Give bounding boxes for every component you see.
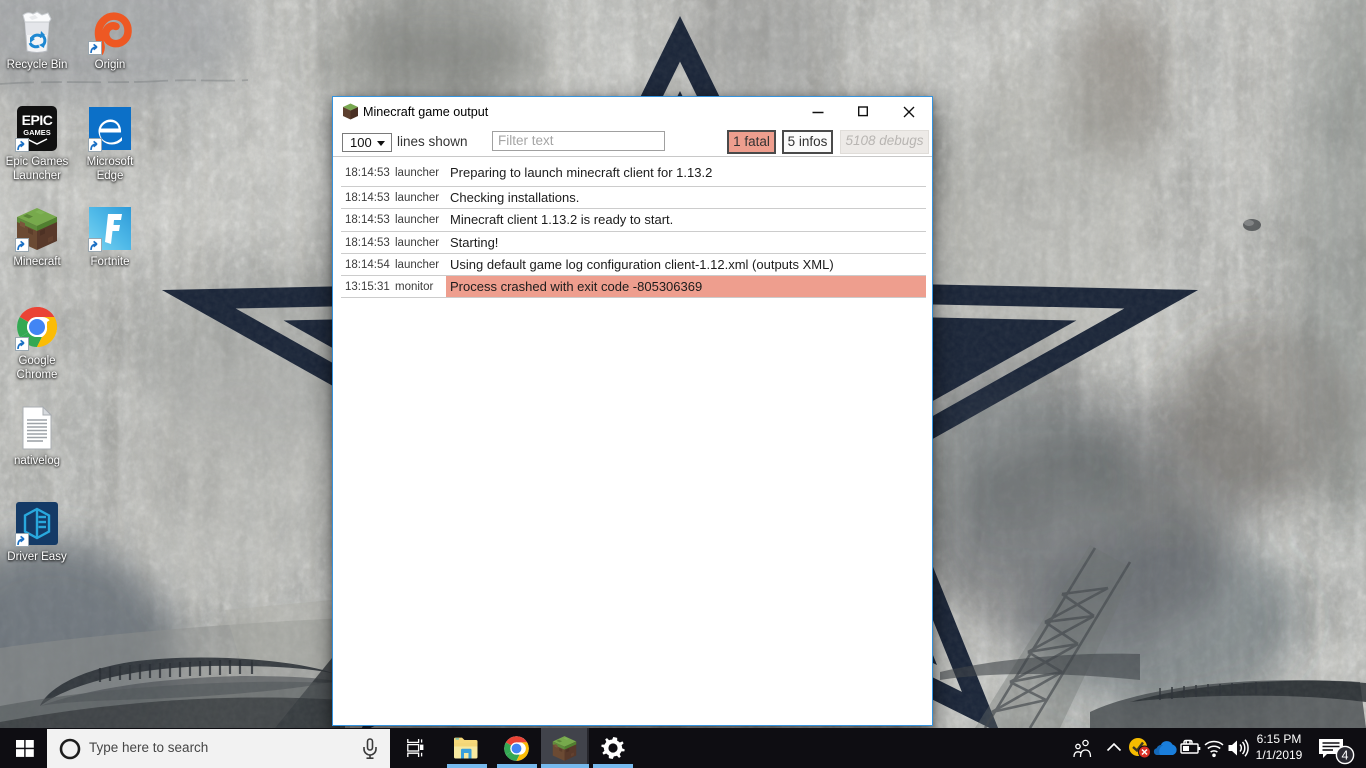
svg-text:4: 4 (1342, 749, 1349, 763)
svg-text:GAMES: GAMES (23, 128, 51, 137)
svg-text:EPIC: EPIC (22, 112, 53, 128)
